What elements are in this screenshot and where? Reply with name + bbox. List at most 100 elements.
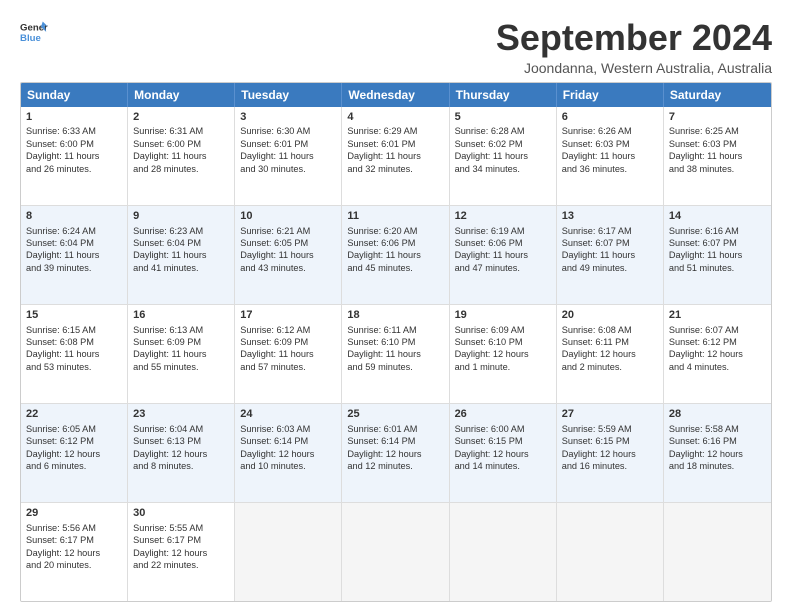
day-num-18: 18 [347,308,443,323]
day-num-27: 27 [562,407,658,422]
day-num-14: 14 [669,209,766,224]
day-num-24: 24 [240,407,336,422]
cell-text-13: Sunrise: 6:17 AMSunset: 6:07 PMDaylight:… [562,226,635,273]
cell-sep-12: 12 Sunrise: 6:19 AMSunset: 6:06 PMDaylig… [450,206,557,304]
cell-text-10: Sunrise: 6:21 AMSunset: 6:05 PMDaylight:… [240,226,313,273]
week-row-2: 8 Sunrise: 6:24 AMSunset: 6:04 PMDayligh… [21,206,771,305]
cell-sep-22: 22 Sunrise: 6:05 AMSunset: 6:12 PMDaylig… [21,404,128,502]
header-friday: Friday [557,83,664,107]
day-num-1: 1 [26,110,122,125]
day-num-29: 29 [26,506,122,521]
cell-empty-4 [557,503,664,601]
cell-sep-11: 11 Sunrise: 6:20 AMSunset: 6:06 PMDaylig… [342,206,449,304]
day-num-26: 26 [455,407,551,422]
week-row-5: 29 Sunrise: 5:56 AMSunset: 6:17 PMDaylig… [21,503,771,601]
header-saturday: Saturday [664,83,771,107]
day-num-7: 7 [669,110,766,125]
cell-sep-28: 28 Sunrise: 5:58 AMSunset: 6:16 PMDaylig… [664,404,771,502]
day-num-13: 13 [562,209,658,224]
cell-sep-16: 16 Sunrise: 6:13 AMSunset: 6:09 PMDaylig… [128,305,235,403]
header-monday: Monday [128,83,235,107]
cell-sep-25: 25 Sunrise: 6:01 AMSunset: 6:14 PMDaylig… [342,404,449,502]
day-num-8: 8 [26,209,122,224]
cell-sep-9: 9 Sunrise: 6:23 AMSunset: 6:04 PMDayligh… [128,206,235,304]
subtitle: Joondanna, Western Australia, Australia [496,60,772,76]
day-num-20: 20 [562,308,658,323]
cell-sep-18: 18 Sunrise: 6:11 AMSunset: 6:10 PMDaylig… [342,305,449,403]
cell-sep-17: 17 Sunrise: 6:12 AMSunset: 6:09 PMDaylig… [235,305,342,403]
day-num-16: 16 [133,308,229,323]
cell-text-16: Sunrise: 6:13 AMSunset: 6:09 PMDaylight:… [133,325,206,372]
cell-text-15: Sunrise: 6:15 AMSunset: 6:08 PMDaylight:… [26,325,99,372]
cell-sep-27: 27 Sunrise: 5:59 AMSunset: 6:15 PMDaylig… [557,404,664,502]
week-row-3: 15 Sunrise: 6:15 AMSunset: 6:08 PMDaylig… [21,305,771,404]
cell-sep-4: 4 Sunrise: 6:29 AMSunset: 6:01 PMDayligh… [342,107,449,205]
cell-sep-6: 6 Sunrise: 6:26 AMSunset: 6:03 PMDayligh… [557,107,664,205]
cell-text-9: Sunrise: 6:23 AMSunset: 6:04 PMDaylight:… [133,226,206,273]
header-sunday: Sunday [21,83,128,107]
week-row-1: 1 Sunrise: 6:33 AMSunset: 6:00 PMDayligh… [21,107,771,206]
cell-text-7: Sunrise: 6:25 AMSunset: 6:03 PMDaylight:… [669,126,742,173]
day-num-22: 22 [26,407,122,422]
cell-text-3: Sunrise: 6:30 AMSunset: 6:01 PMDaylight:… [240,126,313,173]
cell-text-30: Sunrise: 5:55 AMSunset: 6:17 PMDaylight:… [133,523,207,570]
cell-text-11: Sunrise: 6:20 AMSunset: 6:06 PMDaylight:… [347,226,420,273]
cell-empty-3 [450,503,557,601]
cell-text-23: Sunrise: 6:04 AMSunset: 6:13 PMDaylight:… [133,424,207,471]
cell-text-8: Sunrise: 6:24 AMSunset: 6:04 PMDaylight:… [26,226,99,273]
cell-sep-30: 30 Sunrise: 5:55 AMSunset: 6:17 PMDaylig… [128,503,235,601]
calendar: Sunday Monday Tuesday Wednesday Thursday… [20,82,772,602]
calendar-header: Sunday Monday Tuesday Wednesday Thursday… [21,83,771,107]
cell-text-24: Sunrise: 6:03 AMSunset: 6:14 PMDaylight:… [240,424,314,471]
cell-text-2: Sunrise: 6:31 AMSunset: 6:00 PMDaylight:… [133,126,206,173]
cell-sep-15: 15 Sunrise: 6:15 AMSunset: 6:08 PMDaylig… [21,305,128,403]
cell-empty-5 [664,503,771,601]
page: General Blue September 2024 Joondanna, W… [0,0,792,612]
cell-text-5: Sunrise: 6:28 AMSunset: 6:02 PMDaylight:… [455,126,528,173]
header-wednesday: Wednesday [342,83,449,107]
svg-text:Blue: Blue [20,33,41,44]
header: General Blue September 2024 Joondanna, W… [20,18,772,76]
cell-sep-26: 26 Sunrise: 6:00 AMSunset: 6:15 PMDaylig… [450,404,557,502]
day-num-6: 6 [562,110,658,125]
cell-empty-2 [342,503,449,601]
day-num-17: 17 [240,308,336,323]
day-num-3: 3 [240,110,336,125]
cell-sep-29: 29 Sunrise: 5:56 AMSunset: 6:17 PMDaylig… [21,503,128,601]
day-num-9: 9 [133,209,229,224]
cell-text-12: Sunrise: 6:19 AMSunset: 6:06 PMDaylight:… [455,226,528,273]
cell-sep-1: 1 Sunrise: 6:33 AMSunset: 6:00 PMDayligh… [21,107,128,205]
calendar-body: 1 Sunrise: 6:33 AMSunset: 6:00 PMDayligh… [21,107,771,601]
cell-empty-1 [235,503,342,601]
cell-text-28: Sunrise: 5:58 AMSunset: 6:16 PMDaylight:… [669,424,743,471]
cell-sep-5: 5 Sunrise: 6:28 AMSunset: 6:02 PMDayligh… [450,107,557,205]
cell-text-25: Sunrise: 6:01 AMSunset: 6:14 PMDaylight:… [347,424,421,471]
cell-sep-21: 21 Sunrise: 6:07 AMSunset: 6:12 PMDaylig… [664,305,771,403]
cell-text-20: Sunrise: 6:08 AMSunset: 6:11 PMDaylight:… [562,325,636,372]
cell-text-29: Sunrise: 5:56 AMSunset: 6:17 PMDaylight:… [26,523,100,570]
cell-sep-24: 24 Sunrise: 6:03 AMSunset: 6:14 PMDaylig… [235,404,342,502]
cell-text-27: Sunrise: 5:59 AMSunset: 6:15 PMDaylight:… [562,424,636,471]
cell-text-26: Sunrise: 6:00 AMSunset: 6:15 PMDaylight:… [455,424,529,471]
day-num-21: 21 [669,308,766,323]
cell-sep-20: 20 Sunrise: 6:08 AMSunset: 6:11 PMDaylig… [557,305,664,403]
day-num-2: 2 [133,110,229,125]
cell-text-14: Sunrise: 6:16 AMSunset: 6:07 PMDaylight:… [669,226,742,273]
logo: General Blue [20,18,48,46]
day-num-10: 10 [240,209,336,224]
day-num-23: 23 [133,407,229,422]
cell-text-1: Sunrise: 6:33 AMSunset: 6:00 PMDaylight:… [26,126,99,173]
day-num-30: 30 [133,506,229,521]
day-num-15: 15 [26,308,122,323]
cell-text-22: Sunrise: 6:05 AMSunset: 6:12 PMDaylight:… [26,424,100,471]
header-tuesday: Tuesday [235,83,342,107]
cell-text-6: Sunrise: 6:26 AMSunset: 6:03 PMDaylight:… [562,126,635,173]
cell-sep-8: 8 Sunrise: 6:24 AMSunset: 6:04 PMDayligh… [21,206,128,304]
cell-sep-23: 23 Sunrise: 6:04 AMSunset: 6:13 PMDaylig… [128,404,235,502]
day-num-19: 19 [455,308,551,323]
day-num-4: 4 [347,110,443,125]
cell-text-21: Sunrise: 6:07 AMSunset: 6:12 PMDaylight:… [669,325,743,372]
cell-text-18: Sunrise: 6:11 AMSunset: 6:10 PMDaylight:… [347,325,420,372]
cell-sep-7: 7 Sunrise: 6:25 AMSunset: 6:03 PMDayligh… [664,107,771,205]
day-num-25: 25 [347,407,443,422]
